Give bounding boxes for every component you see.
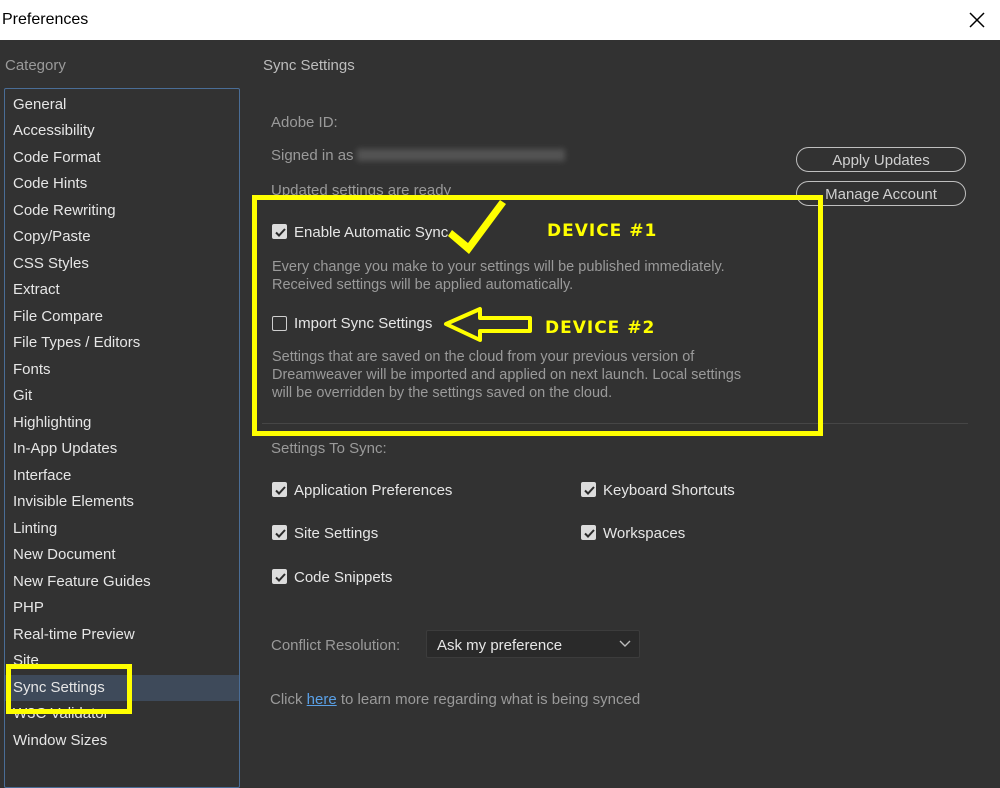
category-item-new-feature-guides[interactable]: New Feature Guides <box>13 573 151 590</box>
redacted-email <box>357 149 565 161</box>
app-prefs-checkbox[interactable] <box>272 482 287 497</box>
category-item-code-hints[interactable]: Code Hints <box>13 175 87 192</box>
category-item-extract[interactable]: Extract <box>13 281 60 298</box>
section-title: Sync Settings <box>263 57 355 74</box>
category-item-new-document[interactable]: New Document <box>13 546 116 563</box>
category-item-git[interactable]: Git <box>13 387 32 404</box>
workspaces-label[interactable]: Workspaces <box>603 525 685 542</box>
category-item-in-app-updates[interactable]: In-App Updates <box>13 440 117 457</box>
close-icon[interactable] <box>962 6 992 34</box>
adobe-id-label: Adobe ID: <box>271 114 338 131</box>
checkmark-icon <box>584 486 595 495</box>
app-prefs-label[interactable]: Application Preferences <box>294 482 452 499</box>
chevron-down-icon <box>619 640 631 647</box>
annotation-device-1: DEVICE #1 <box>547 221 658 241</box>
window-title: Preferences <box>2 11 89 28</box>
category-item-accessibility[interactable]: Accessibility <box>13 122 95 139</box>
settings-to-sync-label: Settings To Sync: <box>271 440 387 457</box>
keyboard-shortcuts-label[interactable]: Keyboard Shortcuts <box>603 482 735 499</box>
conflict-resolution-value: Ask my preference <box>437 637 563 654</box>
site-settings-label[interactable]: Site Settings <box>294 525 378 542</box>
keyboard-shortcuts-checkbox[interactable] <box>581 482 596 497</box>
category-item-css-styles[interactable]: CSS Styles <box>13 255 89 272</box>
checkmark-icon <box>275 573 286 582</box>
conflict-resolution-select[interactable]: Ask my preference <box>426 630 640 658</box>
category-item-general[interactable]: General <box>13 96 66 113</box>
category-item-code-rewriting[interactable]: Code Rewriting <box>13 202 116 219</box>
code-snippets-label[interactable]: Code Snippets <box>294 569 392 586</box>
learn-more-prefix: Click <box>270 691 307 708</box>
category-item-real-time-preview[interactable]: Real-time Preview <box>13 626 135 643</box>
category-item-copy-paste[interactable]: Copy/Paste <box>13 228 91 245</box>
learn-more-suffix: to learn more regarding what is being sy… <box>336 691 641 708</box>
annotation-box-sync-settings-category <box>6 664 132 714</box>
site-settings-checkbox[interactable] <box>272 525 287 540</box>
code-snippets-checkbox[interactable] <box>272 569 287 584</box>
category-item-php[interactable]: PHP <box>13 599 44 616</box>
signed-in-label: Signed in as <box>271 147 354 164</box>
checkmark-icon <box>275 529 286 538</box>
title-bar: Preferences <box>0 0 1000 40</box>
workspaces-checkbox[interactable] <box>581 525 596 540</box>
category-item-linting[interactable]: Linting <box>13 520 57 537</box>
category-item-fonts[interactable]: Fonts <box>13 361 51 378</box>
category-item-file-types-editors[interactable]: File Types / Editors <box>13 334 140 351</box>
checkmark-icon <box>584 529 595 538</box>
apply-updates-button[interactable]: Apply Updates <box>796 147 966 172</box>
category-item-interface[interactable]: Interface <box>13 467 71 484</box>
checkmark-icon <box>275 486 286 495</box>
conflict-resolution-label: Conflict Resolution: <box>271 637 401 654</box>
category-label: Category <box>5 57 66 74</box>
category-item-code-format[interactable]: Code Format <box>13 149 101 166</box>
category-item-highlighting[interactable]: Highlighting <box>13 414 91 431</box>
learn-more-link[interactable]: here <box>307 691 337 708</box>
category-item-window-sizes[interactable]: Window Sizes <box>13 732 107 749</box>
annotation-box-sync-options <box>252 195 823 436</box>
category-item-file-compare[interactable]: File Compare <box>13 308 103 325</box>
category-item-invisible-elements[interactable]: Invisible Elements <box>13 493 134 510</box>
annotation-device-2: DEVICE #2 <box>545 318 656 338</box>
learn-more-text: Click here to learn more regarding what … <box>270 691 640 708</box>
